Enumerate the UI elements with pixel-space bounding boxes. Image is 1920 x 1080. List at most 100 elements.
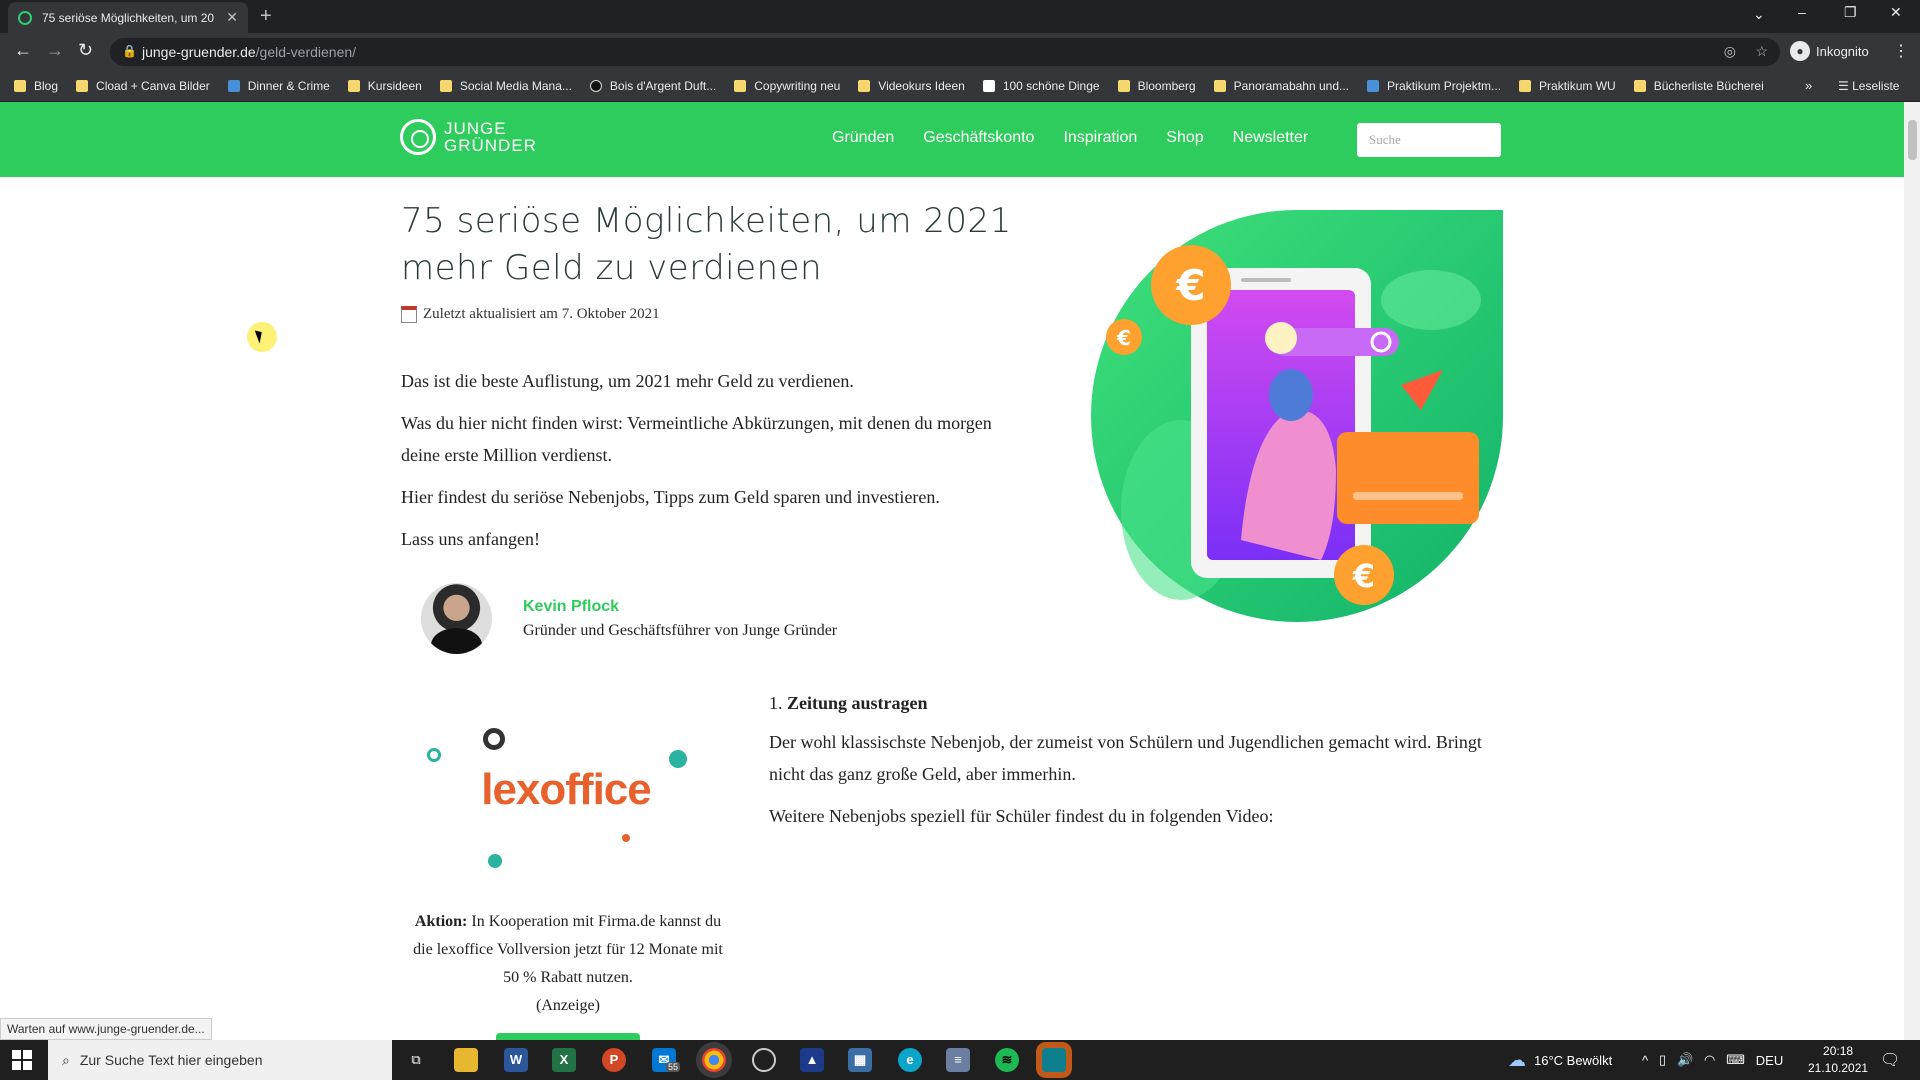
incognito-indicator[interactable]: ● Inkognito — [1790, 41, 1869, 61]
bookmark-item[interactable]: Bloomberg — [1117, 79, 1196, 93]
logo-icon — [400, 119, 436, 155]
intro-paragraph: Was du hier nicht finden wirst: Vermeint… — [401, 413, 992, 465]
notepad-icon[interactable]: ≡ — [946, 1048, 970, 1072]
reading-list-icon: ☰ — [1838, 79, 1849, 93]
page-scrollbar[interactable] — [1904, 102, 1920, 1040]
active-tab[interactable]: 75 seriöse Möglichkeiten, um 20 ✕ — [8, 2, 248, 33]
svg-text:€: € — [1352, 557, 1375, 595]
nav-newsletter[interactable]: Newsletter — [1233, 129, 1309, 147]
folder-icon — [1633, 80, 1646, 92]
bookmark-item[interactable]: Copywriting neu — [734, 79, 840, 93]
volume-icon[interactable]: 🔊 — [1677, 1052, 1693, 1068]
back-icon[interactable]: ← — [14, 40, 32, 61]
calendar-icon — [401, 306, 417, 323]
device-icon[interactable]: ▯ — [1659, 1052, 1666, 1068]
minimize-icon[interactable]: – — [1798, 4, 1806, 20]
folder-icon — [734, 80, 747, 92]
windows-start-icon[interactable] — [12, 1050, 32, 1070]
tab-strip: 75 seriöse Möglichkeiten, um 20 ✕ + ⌄ – … — [0, 0, 1920, 33]
bookmark-item[interactable]: Bücherliste Bücherei — [1633, 79, 1764, 93]
search-icon: ⌕ — [62, 1051, 70, 1068]
folder-icon — [347, 80, 360, 92]
close-tab-icon[interactable]: ✕ — [226, 9, 238, 26]
bookmark-item[interactable]: 100 schöne Dinge — [982, 79, 1100, 93]
lexoffice-ad[interactable]: lexoffice Aktion: In Kooperation mit Fir… — [401, 693, 731, 1040]
folder-icon — [76, 80, 89, 92]
clock-time: 20:18 — [1823, 1044, 1854, 1058]
restore-icon[interactable]: ❐ — [1844, 4, 1857, 21]
bookmark-item[interactable]: Dinner & Crime — [227, 79, 330, 93]
bookmark-item[interactable]: Kursideen — [347, 79, 422, 93]
tab-search-icon[interactable]: ⌄ — [1753, 6, 1765, 23]
folder-icon — [1519, 80, 1532, 92]
bookmark-item[interactable]: Praktikum WU — [1519, 79, 1616, 93]
scrollbar-thumb[interactable] — [1908, 120, 1917, 160]
ad-text: Aktion: In Kooperation mit Firma.de kann… — [413, 913, 723, 1014]
nav-geschaeftskonto[interactable]: Geschäftskonto — [923, 129, 1034, 147]
folder-icon — [1213, 80, 1226, 92]
taskbar-clock[interactable]: 20:18 21.10.2021 — [1808, 1043, 1868, 1077]
site-logo[interactable]: JUNGE GRÜNDER — [400, 119, 537, 155]
ad-cta-button[interactable] — [496, 1033, 640, 1040]
bookmark-item[interactable]: Panoramabahn und... — [1213, 79, 1349, 93]
author-name[interactable]: Kevin Pflock — [523, 598, 837, 616]
site-search-input[interactable] — [1357, 123, 1501, 157]
bookmark-star-icon[interactable]: ☆ — [1755, 43, 1768, 59]
spotify-icon[interactable]: ≋ — [995, 1048, 1019, 1072]
site-icon — [1367, 80, 1380, 92]
notification-icon[interactable]: 🗨 — [1880, 1040, 1900, 1080]
file-explorer-icon[interactable] — [454, 1048, 478, 1072]
bookmark-item[interactable]: Blog — [14, 79, 58, 93]
app-icon[interactable] — [1042, 1048, 1066, 1072]
bookmark-item[interactable]: Videokurs Ideen — [858, 79, 965, 93]
bookmark-item[interactable]: Praktikum Projektm... — [1367, 79, 1501, 93]
main-nav: Gründen Geschäftskonto Inspiration Shop … — [832, 129, 1337, 147]
new-tab-icon[interactable]: + — [260, 5, 272, 28]
site-icon — [227, 80, 240, 92]
task-view-icon[interactable]: ⧉ — [404, 1048, 428, 1072]
bookmark-item[interactable]: Social Media Mana... — [439, 79, 572, 93]
tracking-protection-icon[interactable]: ◎ — [1724, 43, 1736, 59]
svg-text:€: € — [1175, 261, 1205, 310]
forward-icon[interactable]: → — [46, 40, 64, 61]
powerpoint-icon[interactable]: P — [602, 1048, 626, 1072]
intro-paragraph: Das ist die beste Auflistung, um 2021 me… — [401, 371, 854, 391]
article-title: 75 seriöse Möglichkeiten, um 2021 mehr G… — [401, 201, 1012, 288]
reading-list-button[interactable]: ☰ Leseliste — [1838, 79, 1899, 93]
keyboard-icon[interactable]: ⌨ — [1726, 1052, 1745, 1068]
language-indicator[interactable]: DEU — [1756, 1053, 1783, 1068]
nav-shop[interactable]: Shop — [1166, 129, 1203, 147]
app-icon[interactable]: ▦ — [848, 1048, 872, 1072]
bookmark-item[interactable]: Cload + Canva Bilder — [76, 79, 210, 93]
more-bookmarks-icon[interactable]: » — [1805, 78, 1812, 93]
reload-icon[interactable]: ↻ — [78, 40, 93, 61]
folder-icon — [439, 80, 452, 92]
close-window-icon[interactable]: ✕ — [1890, 4, 1902, 21]
lexoffice-logo: lexoffice — [481, 765, 652, 814]
ad-note: (Anzeige) — [536, 997, 600, 1014]
chevron-up-icon[interactable]: ^ — [1642, 1053, 1648, 1068]
site-icon — [589, 80, 602, 92]
incognito-label: Inkognito — [1816, 43, 1869, 59]
nav-inspiration[interactable]: Inspiration — [1063, 129, 1137, 147]
obs-icon[interactable] — [752, 1048, 776, 1072]
edge-icon[interactable]: e — [898, 1048, 922, 1072]
word-icon[interactable]: W — [504, 1048, 528, 1072]
network-icon[interactable]: ◠ — [1704, 1052, 1715, 1068]
bookmark-item[interactable]: Bois d'Argent Duft... — [589, 79, 716, 93]
bookmarks-bar: Blog Cload + Canva Bilder Dinner & Crime… — [0, 71, 1920, 102]
app-icon[interactable]: ▲ — [800, 1048, 824, 1072]
avatar — [421, 583, 492, 654]
ad-decoration — [427, 748, 441, 762]
lock-icon[interactable]: 🔒 — [122, 44, 137, 58]
weather-widget[interactable]: ☁ 16°C Bewölkt — [1508, 1040, 1612, 1080]
ad-decoration — [488, 854, 502, 868]
chrome-icon[interactable] — [702, 1048, 726, 1072]
excel-icon[interactable]: X — [552, 1048, 576, 1072]
folder-icon — [1117, 80, 1130, 92]
nav-gruenden[interactable]: Gründen — [832, 129, 894, 147]
browser-menu-icon[interactable]: ⋮ — [1893, 41, 1909, 61]
section-1: 1. Zeitung austragen Der wohl klassischs… — [769, 693, 1509, 842]
taskbar-search-input[interactable]: ⌕ Zur Suche Text hier eingeben — [48, 1040, 392, 1080]
address-bar[interactable]: 🔒 junge-gruender.de/geld-verdienen/ ◎ ☆ — [110, 38, 1780, 66]
